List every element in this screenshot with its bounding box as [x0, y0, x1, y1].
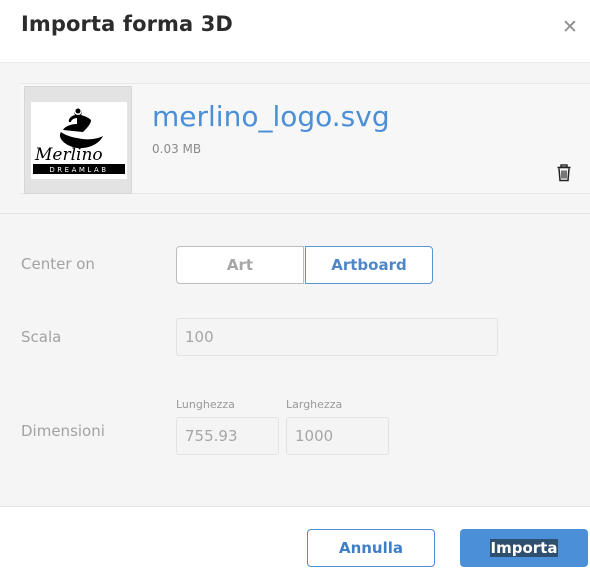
file-card: Merlino DREAMLAB merlino_logo.svg 0.03 M…: [20, 83, 590, 194]
dimensions-label: Dimensioni: [21, 422, 105, 440]
file-name: merlino_logo.svg: [152, 100, 390, 133]
close-icon[interactable]: ✕: [561, 18, 579, 37]
file-size: 0.03 MB: [152, 142, 202, 156]
svg-text:Merlino: Merlino: [34, 145, 103, 165]
cancel-button[interactable]: Annulla: [307, 529, 435, 567]
import-button[interactable]: Importa: [460, 529, 588, 567]
center-on-artboard-button[interactable]: Artboard: [305, 246, 433, 284]
merlino-logo-thumbnail: Merlino DREAMLAB: [31, 102, 127, 179]
trash-icon[interactable]: [556, 164, 572, 182]
length-label: Lunghezza: [176, 398, 235, 411]
dialog-header: Importa forma 3D ✕: [0, 0, 590, 60]
center-on-label: Center on: [21, 255, 95, 273]
dialog-title: Importa forma 3D: [21, 12, 233, 36]
import-button-label: Importa: [489, 539, 559, 557]
form-section: Center on Art Artboard Scala 100 Lunghez…: [0, 214, 590, 506]
dialog-footer: Annulla Importa: [0, 506, 590, 573]
width-label: Larghezza: [286, 398, 343, 411]
file-section: Merlino DREAMLAB merlino_logo.svg 0.03 M…: [0, 62, 590, 214]
center-on-art-button[interactable]: Art: [176, 246, 304, 284]
scale-label: Scala: [21, 328, 62, 346]
scale-input[interactable]: 100: [176, 318, 498, 356]
file-thumbnail: Merlino DREAMLAB: [24, 86, 132, 194]
length-input[interactable]: 755.93: [176, 417, 279, 455]
svg-text:DREAMLAB: DREAMLAB: [49, 166, 108, 174]
width-input[interactable]: 1000: [286, 417, 389, 455]
import-3d-dialog: Importa forma 3D ✕ Merlino DREAMLAB merl…: [0, 0, 590, 573]
